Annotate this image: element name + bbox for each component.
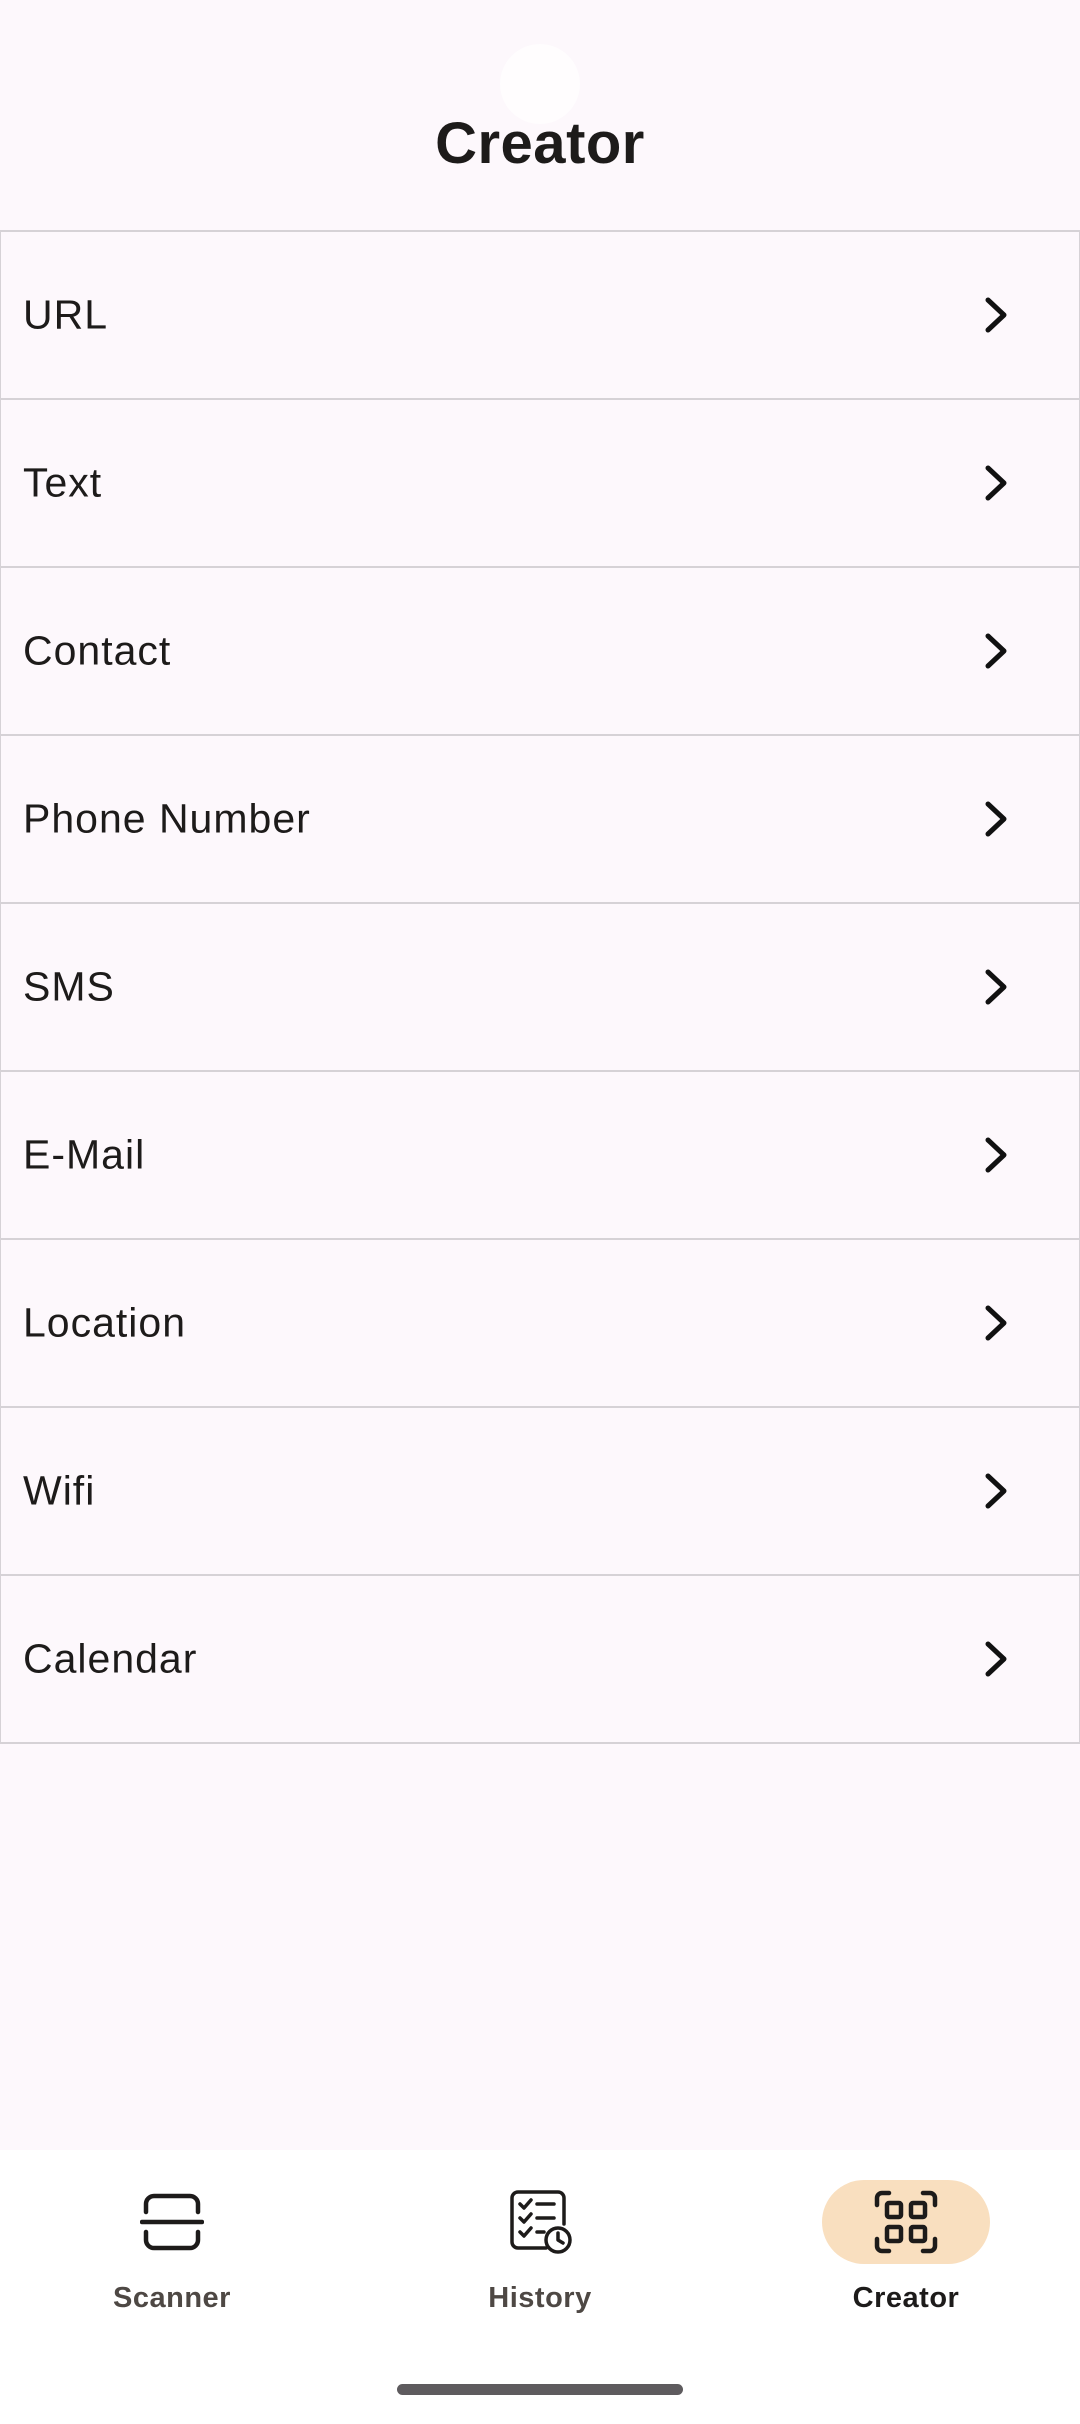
chevron-right-icon [985,1137,1007,1173]
qr-code-icon [874,2190,938,2254]
scan-frame-icon [140,2193,204,2251]
top-app-bar: Creator [0,0,1080,230]
bottom-navigation-bar: Scanner History Creator [0,2150,1080,2424]
list-item-phone-number[interactable]: Phone Number [1,736,1079,904]
list-item-label: Contact [23,627,172,674]
nav-label-creator: Creator [852,2282,960,2314]
list-item-label: E-Mail [23,1131,146,1178]
home-indicator[interactable] [397,2384,683,2395]
nav-icon-container [88,2180,256,2264]
list-item-url[interactable]: URL [1,232,1079,400]
list-item-label: Text [23,459,103,506]
page-title: Creator [435,111,645,176]
nav-item-creator[interactable]: Creator [786,2180,1026,2350]
list-item-contact[interactable]: Contact [1,568,1079,736]
list-item-label: Wifi [23,1467,96,1514]
chevron-right-icon [985,297,1007,333]
chevron-right-icon [985,801,1007,837]
list-item-sms[interactable]: SMS [1,904,1079,1072]
nav-label-scanner: Scanner [113,2282,231,2314]
list-item-email[interactable]: E-Mail [1,1072,1079,1240]
nav-icon-container [456,2180,624,2264]
list-item-label: SMS [23,963,115,1010]
chevron-right-icon [985,633,1007,669]
chevron-right-icon [985,465,1007,501]
list-item-wifi[interactable]: Wifi [1,1408,1079,1576]
active-indicator [822,2180,990,2264]
list-item-text[interactable]: Text [1,400,1079,568]
nav-item-history[interactable]: History [420,2180,660,2350]
list-item-label: Calendar [23,1635,198,1682]
nav-label-history: History [488,2282,592,2314]
chevron-right-icon [985,1641,1007,1677]
list-item-label: Phone Number [23,795,311,842]
chevron-right-icon [985,1473,1007,1509]
nav-item-scanner[interactable]: Scanner [52,2180,292,2350]
list-item-location[interactable]: Location [1,1240,1079,1408]
creator-options-list: URL Text Contact Phone Number SMS E-Mail… [0,230,1080,1744]
list-item-calendar[interactable]: Calendar [1,1576,1079,1744]
list-item-label: URL [23,291,109,338]
list-item-label: Location [23,1299,187,1346]
chevron-right-icon [985,1305,1007,1341]
checklist-clock-icon [510,2190,572,2254]
chevron-right-icon [985,969,1007,1005]
